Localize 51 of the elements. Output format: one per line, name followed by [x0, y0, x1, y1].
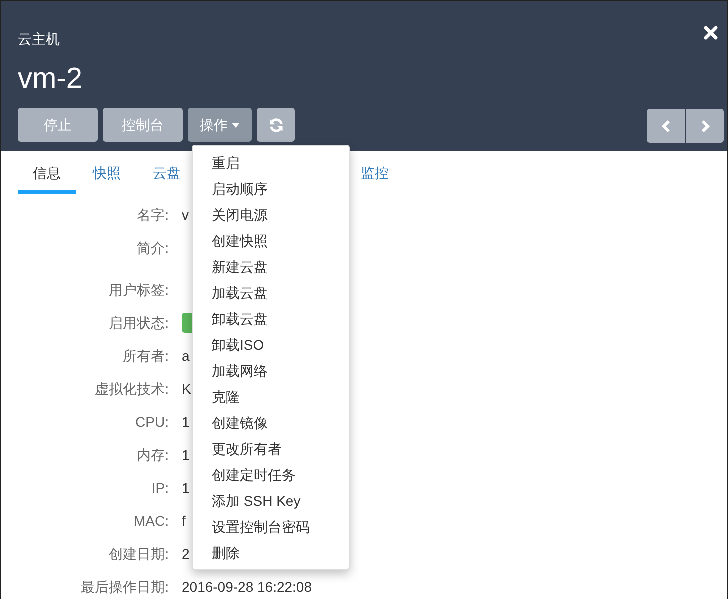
refresh-button[interactable]	[257, 108, 295, 142]
menu-item[interactable]: 新建云盘	[193, 254, 349, 280]
page-title: vm-2	[18, 62, 84, 97]
menu-item[interactable]: 加载网络	[193, 358, 349, 384]
menu-item[interactable]: 克隆	[193, 384, 349, 410]
menu-item[interactable]: 关闭电源	[193, 202, 349, 228]
previous-button[interactable]	[647, 109, 685, 143]
field-value: v	[182, 206, 189, 224]
tab[interactable]: 云盘	[153, 160, 181, 194]
field-value: 1	[182, 413, 190, 431]
field-label: 内存:	[136, 446, 169, 464]
field-label: 启用状态:	[108, 314, 169, 332]
field-label: 所有者:	[122, 347, 169, 365]
menu-item[interactable]: 加载云盘	[193, 280, 349, 306]
field-value: 1	[182, 446, 190, 464]
field-value: f	[182, 512, 186, 530]
tab[interactable]: 快照	[93, 160, 121, 194]
menu-item[interactable]: 设置控制台密码	[193, 514, 349, 540]
tab[interactable]: 信息	[18, 160, 76, 194]
field-label: 最后操作日期:	[80, 578, 169, 596]
menu-item[interactable]: 卸载ISO	[193, 332, 349, 358]
field-label: CPU:	[134, 413, 169, 431]
field-value: 2	[182, 545, 190, 563]
field-label: 用户标签:	[108, 281, 169, 299]
next-button[interactable]	[686, 109, 724, 143]
field-value: 2016-09-28 16:22:08	[182, 578, 312, 596]
close-icon[interactable]	[703, 25, 719, 41]
menu-item[interactable]: 启动顺序	[193, 176, 349, 202]
tab[interactable]: 监控	[361, 160, 389, 194]
menu-item[interactable]: 创建定时任务	[193, 462, 349, 488]
chevron-right-icon	[700, 120, 710, 132]
menu-item[interactable]: 添加 SSH Key	[193, 488, 349, 514]
field-value: 1	[182, 479, 190, 497]
field-label: 简介:	[136, 239, 169, 257]
menu-item[interactable]: 删除	[193, 540, 349, 566]
refresh-icon	[268, 118, 284, 132]
menu-item[interactable]: 创建快照	[193, 228, 349, 254]
field-label: 名字:	[136, 206, 169, 224]
menu-item[interactable]: 重启	[193, 150, 349, 176]
field-label: MAC:	[133, 512, 169, 530]
caret-icon	[232, 122, 240, 128]
section-label: 云主机	[18, 30, 61, 49]
menu-item[interactable]: 更改所有者	[193, 436, 349, 462]
field-value: a	[182, 347, 190, 365]
field-label: 虚拟化技术:	[94, 380, 169, 398]
field-value: K	[182, 380, 192, 398]
menu-item[interactable]: 卸载云盘	[193, 306, 349, 332]
field-label: IP:	[150, 479, 169, 497]
menu-item[interactable]: 创建镜像	[193, 410, 349, 436]
chevron-left-icon	[662, 120, 670, 132]
field-label: 创建日期:	[108, 545, 169, 563]
